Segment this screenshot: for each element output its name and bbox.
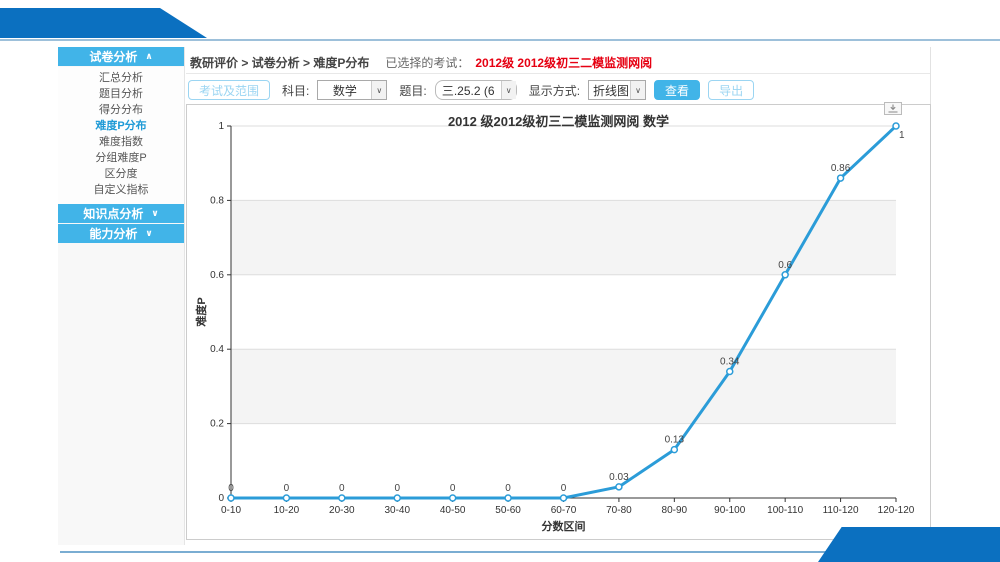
sidebar-item-0-0[interactable]: 汇总分析 [58,70,184,86]
data-point-label: 0 [450,483,456,494]
subject-label: 科目: [282,82,309,99]
x-tick-label: 0-10 [221,505,241,516]
data-point-marker [838,175,844,181]
data-point-label: 0 [228,483,234,494]
sidebar-item-0-7[interactable]: 自定义指标 [58,182,184,198]
selected-exam-label: 已选择的考试： [385,54,469,71]
question-select[interactable]: 三.25.2 (6 ∨ [435,80,517,100]
x-tick-label: 50-60 [495,505,521,516]
subject-select-value: 数学 [318,82,371,99]
data-point-label: 0.03 [609,472,629,483]
content-right-border [930,47,931,104]
selected-exam-value: 2012级 2012级初三二模监测网阅 [475,54,652,71]
filter-toolbar: 考试及范围 科目: 数学 ∨ 题目: 三.25.2 (6 ∨ 显示方式: 折线图… [188,79,928,101]
x-tick-label: 110-120 [823,505,859,516]
breadcrumb-path: 教研评价 > 试卷分析 > 难度P分布 [190,54,369,71]
sidebar-section-label: 试卷分析 [89,48,137,65]
data-point-label: 0 [284,483,290,494]
data-point-marker [671,447,677,453]
data-point-label: 0.13 [665,435,685,446]
x-tick-label: 90-100 [714,505,746,516]
chevron-down-icon: ∨ [630,81,645,99]
data-point-label: 0 [394,483,400,494]
data-point-label: 1 [899,130,905,141]
display-mode-select[interactable]: 折线图 ∨ [588,80,646,100]
x-tick-label: 30-40 [384,505,410,516]
breadcrumb: 教研评价 > 试卷分析 > 难度P分布 已选择的考试： 2012级 2012级初… [190,52,930,72]
data-point-label: 0 [505,483,511,494]
data-point-marker [228,495,234,501]
chart-title: 2012 级2012级初三二模监测网阅 数学 [187,111,930,130]
x-tick-label: 80-90 [662,505,688,516]
chevron-down-icon: ∨ [151,208,158,219]
sidebar-item-0-4[interactable]: 难度指数 [58,134,184,150]
x-tick-label: 120-120 [878,505,915,516]
line-series [231,126,896,498]
chart-canvas: 0 0.2 0.4 0.6 0.8 1 0-10 10-20 20-30 30-40 40-50 50… [187,105,932,541]
bottom-banner-decoration [818,527,1000,562]
breadcrumb-divider [186,73,931,74]
sidebar-item-list: 汇总分析题目分析得分分布难度P分布难度指数分组难度P区分度自定义指标 [58,67,184,204]
y-tick-label: 0 [218,493,224,504]
display-mode-label: 显示方式: [529,82,580,99]
x-tick-label: 10-20 [274,505,300,516]
data-point-marker [727,369,733,375]
data-point-label: 0.86 [831,163,851,174]
question-select-value: 三.25.2 (6 [436,82,501,99]
bottom-divider-line [60,551,930,553]
app-window: 试卷分析∧汇总分析题目分析得分分布难度P分布难度指数分组难度P区分度自定义指标知… [0,0,1000,562]
split-area-band [231,349,896,423]
data-point-label: 0.6 [778,260,792,271]
chevron-down-icon: ∨ [371,81,386,99]
data-point-marker [616,484,622,490]
y-tick-label: 0.6 [210,270,224,281]
x-tick-label: 100-110 [767,505,803,516]
y-tick-label: 0.2 [210,419,224,430]
exam-scope-button[interactable]: 考试及范围 [188,80,270,100]
data-point-marker [505,495,511,501]
sidebar-item-0-2[interactable]: 得分分布 [58,102,184,118]
sidebar-section-0[interactable]: 试卷分析 ∧ [58,47,184,66]
data-point-marker [782,272,788,278]
data-point-label: 0 [561,483,567,494]
sidebar-item-0-3[interactable]: 难度P分布 [58,118,184,134]
sidebar-section-2[interactable]: 能力分析 ∨ [58,224,184,243]
chevron-up-icon: ∧ [145,51,152,62]
export-button[interactable]: 导出 [708,80,754,100]
x-axis-title: 分数区间 [542,519,586,533]
subject-select[interactable]: 数学 ∨ [317,80,387,100]
chevron-down-icon: ∨ [501,81,516,99]
top-banner-decoration [0,8,207,38]
data-point-label: 0.34 [720,357,740,368]
data-point-marker [394,495,400,501]
display-mode-select-value: 折线图 [589,82,630,99]
sidebar-item-0-1[interactable]: 题目分析 [58,86,184,102]
y-tick-label: 0.4 [210,344,224,355]
data-point-marker [561,495,567,501]
view-button[interactable]: 查看 [654,80,700,100]
data-point-label: 0 [339,483,345,494]
sidebar-section-1[interactable]: 知识点分析 ∨ [58,204,184,223]
split-area-band [231,200,896,274]
sidebar-item-0-5[interactable]: 分组难度P [58,150,184,166]
data-point-marker [283,495,289,501]
top-divider-line [0,39,1000,41]
chart-panel: 0 0.2 0.4 0.6 0.8 1 0-10 10-20 20-30 30-40 40-50 50… [186,104,931,540]
x-tick-label: 60-70 [551,505,577,516]
data-point-marker [339,495,345,501]
sidebar-section-label: 能力分析 [89,225,137,242]
sidebar-item-0-6[interactable]: 区分度 [58,166,184,182]
chevron-down-icon: ∨ [145,228,152,239]
x-tick-label: 70-80 [606,505,632,516]
y-axis-title: 难度P [194,297,208,327]
x-tick-label: 40-50 [440,505,466,516]
y-tick-label: 0.8 [210,195,224,206]
sidebar-nav: 试卷分析∧汇总分析题目分析得分分布难度P分布难度指数分组难度P区分度自定义指标知… [58,47,185,545]
sidebar-section-label: 知识点分析 [83,205,143,222]
x-tick-label: 20-30 [329,505,355,516]
question-label: 题目: [399,82,426,99]
data-point-marker [450,495,456,501]
